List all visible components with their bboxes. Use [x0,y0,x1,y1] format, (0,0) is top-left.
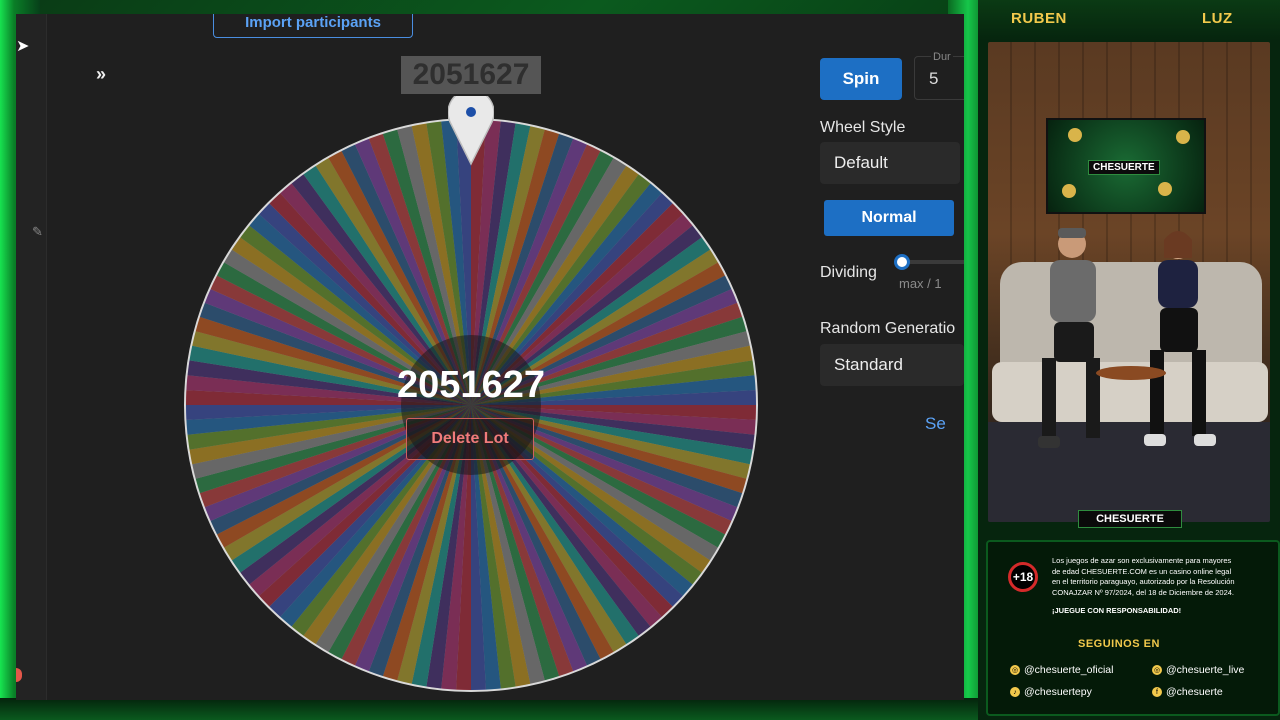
spin-button[interactable]: Spin [820,58,902,100]
tv-screen: CHESUERTE [1046,118,1206,214]
social-instagram-live: ◎ @chesuerte_live [1152,664,1244,676]
left-sidebar [16,14,47,700]
coin-icon [1068,128,1082,142]
responsibility-text: ¡JUEGUE CON RESPONSABILIDAD! [1052,606,1182,615]
dividing-slider-knob[interactable] [894,254,910,270]
social-handle: @chesuerte_live [1166,664,1245,676]
disclaimer-line: Los juegos de azar son exclusivamente pa… [1052,556,1232,565]
normal-mode-button[interactable]: Normal [824,200,954,236]
social-handle: @chesuerte_oficial [1024,664,1114,676]
tv-logo: CHESUERTE [1088,160,1160,175]
duration-field[interactable]: Dur 5 [914,51,964,100]
social-tiktok: ♪ @chesuertepy [1010,686,1092,698]
host-name-right: LUZ [1202,10,1233,27]
side-table [1096,366,1166,380]
frame-glow-bottom [0,698,980,720]
disclaimer-line: CONAJZAR Nº 97/2024, del 18 de Diciembre… [1052,587,1234,597]
floor [988,422,1270,522]
wheel-style-label: Wheel Style [820,119,906,136]
host-person-right [1144,231,1216,446]
screen-capture: ➤ ✎ Import participants » 2051627 205162… [16,14,964,700]
cam-header: RUBEN LUZ [978,0,1280,40]
coin-icon [1158,182,1172,196]
brand-logo: CHESUERTE [1078,510,1182,528]
coin-icon [1176,130,1190,144]
double-chevron-right-icon[interactable]: » [96,64,106,85]
coin-icon [1062,184,1076,198]
settings-link[interactable]: Se [925,414,946,434]
webcam-video: CHESUERTE [988,42,1270,522]
instagram-icon: ◎ [1010,665,1020,675]
webcam-panel: RUBEN LUZ CHESUERTE CHESUERTE +18 Los ju… [978,0,1280,720]
social-facebook: f @chesuerte [1152,686,1223,698]
instagram-icon: ◎ [1152,665,1162,675]
dividing-label: Dividing [820,264,877,281]
wheel-pointer-icon [448,96,494,166]
winner-label-top: 2051627 [401,56,541,94]
delete-lot-button[interactable]: Delete Lot [406,418,534,460]
facebook-icon: f [1152,687,1162,697]
mouse-cursor-icon: ➤ [16,38,30,55]
social-handle: @chesuertepy [1024,686,1092,698]
edit-icon[interactable]: ✎ [32,224,43,240]
duration-label: Dur [931,51,953,63]
age-restriction-badge: +18 [1008,562,1038,592]
host-name-left: RUBEN [1011,10,1067,27]
disclaimer-box: +18 Los juegos de azar son exclusivament… [986,540,1280,716]
disclaimer-text: Los juegos de azar son exclusivamente pa… [1052,556,1262,598]
disclaimer-line: de edad CHESUERTE.COM es un casino onlin… [1052,566,1232,576]
social-instagram-oficial: ◎ @chesuerte_oficial [1010,664,1113,676]
follow-us-title: SEGUINOS EN [1078,638,1160,650]
dividing-max-label: max / 1 [899,276,942,291]
random-generation-select[interactable]: Standard [820,344,964,386]
social-handle: @chesuerte [1166,686,1223,698]
winner-label-center: 2051627 [397,364,545,406]
wheel-style-select[interactable]: Default [820,142,960,184]
random-generation-label: Random Generatio [820,320,956,337]
duration-value: 5 [929,69,939,88]
tiktok-icon: ♪ [1010,687,1020,697]
disclaimer-line: en el territorio paraguayo, autorizado p… [1052,577,1235,586]
host-person-left [1038,228,1100,448]
import-participants-button[interactable]: Import participants [213,14,413,38]
